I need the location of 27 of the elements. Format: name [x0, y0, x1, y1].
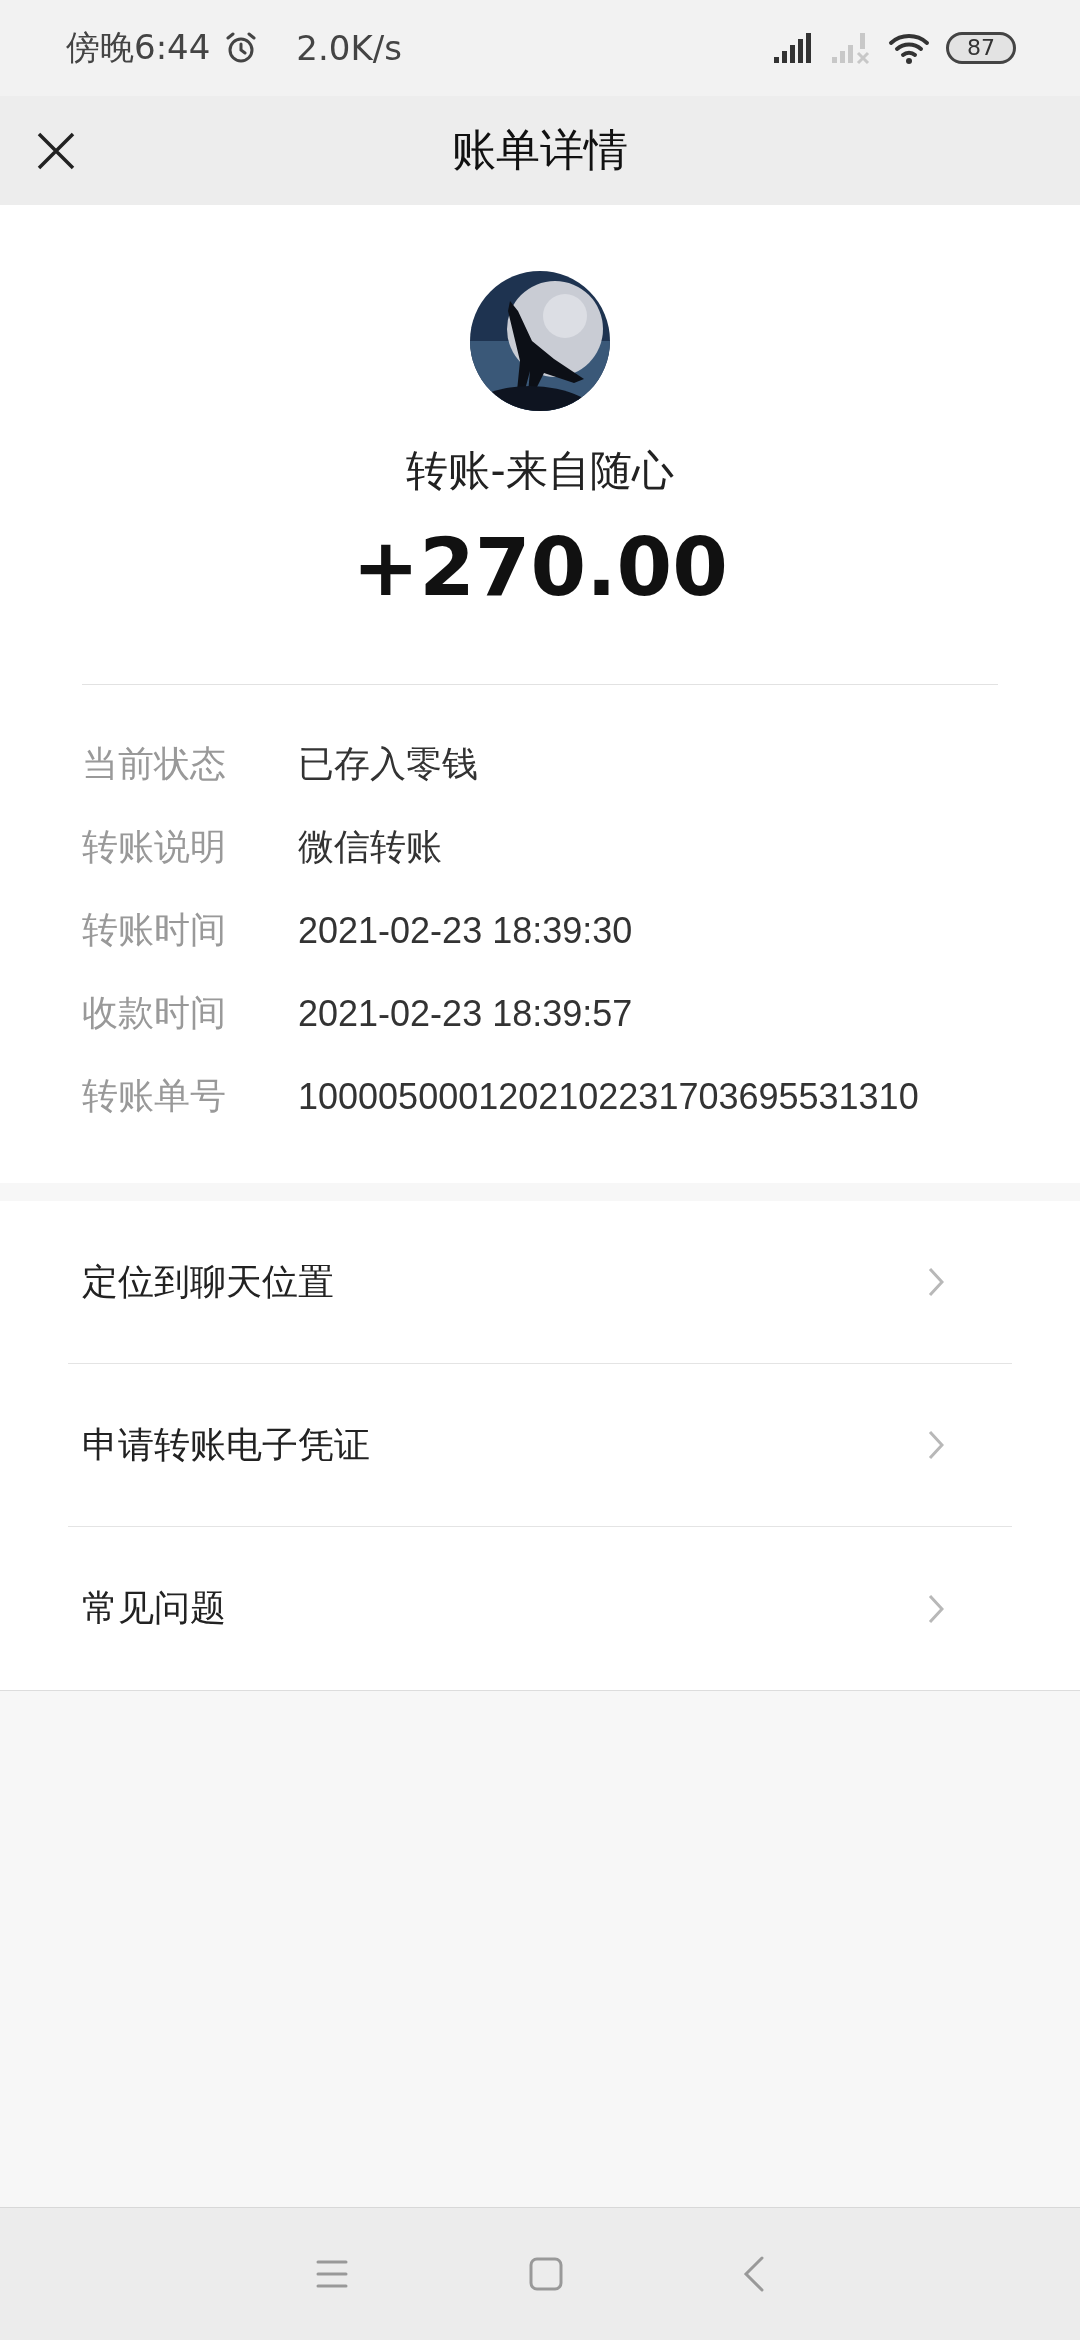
menu-row[interactable]: 定位到聊天位置: [68, 1201, 1012, 1364]
menu-icon[interactable]: [315, 2259, 349, 2289]
back-icon[interactable]: [743, 2256, 765, 2292]
detail-label: 转账单号: [82, 1074, 227, 1118]
detail-value: 2021-02-23 18:39:57: [298, 992, 633, 1035]
detail-value: 2021-02-23 18:39:30: [298, 909, 633, 952]
detail-label: 收款时间: [82, 991, 227, 1035]
network-speed: 2.0K/s: [296, 28, 402, 68]
page-title: 账单详情: [452, 123, 628, 177]
chevron-icon: [928, 1430, 944, 1460]
detail-value: 1000050001202102231703695531310: [298, 1075, 919, 1118]
transfer-title: 转账-来自随心: [406, 445, 674, 497]
home-icon[interactable]: [529, 2257, 563, 2291]
detail-value: 已存入零钱: [298, 742, 478, 786]
detail-label: 转账说明: [82, 825, 227, 869]
close-icon[interactable]: [36, 131, 76, 171]
menu-row[interactable]: 常见问题: [68, 1527, 1012, 1690]
detail-value: 微信转账: [298, 825, 442, 869]
wifi-icon: [888, 31, 932, 65]
detail-label: 当前状态: [82, 742, 227, 786]
chevron-icon: [928, 1593, 944, 1624]
status-time: 傍晚6:44: [66, 26, 211, 69]
menu-row[interactable]: 申请转账电子凭证: [68, 1364, 1012, 1527]
chevron-icon: [928, 1267, 944, 1297]
battery-indicator: 87: [946, 32, 1016, 64]
detail-label: 转账时间: [82, 908, 227, 952]
amount: +270.00: [352, 521, 728, 614]
